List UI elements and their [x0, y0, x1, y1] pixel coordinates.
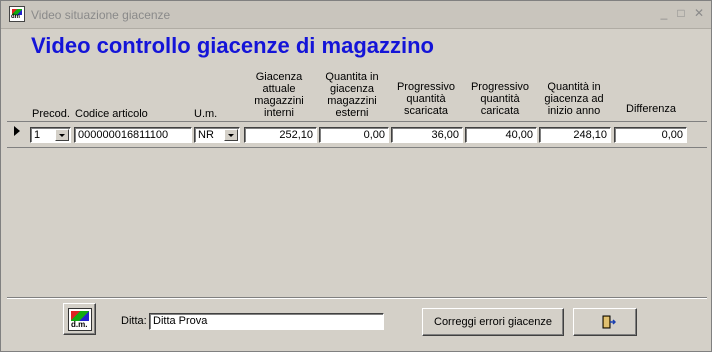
col-header-quantita-esterni: Quantita in giacenza magazzini esterni: [325, 71, 379, 119]
chevron-down-icon[interactable]: [224, 129, 238, 141]
ditta-label: Ditta:: [121, 315, 147, 327]
col-header-precod: Precod.: [32, 108, 70, 120]
codice-articolo-field[interactable]: 000000016811100: [74, 127, 192, 143]
col-header-quantita-inizio-anno: Quantità in giacenza ad inizio anno: [544, 81, 604, 117]
dm-button[interactable]: d.m.: [63, 303, 96, 335]
col-header-um: U.m.: [194, 108, 218, 120]
title-bar[interactable]: dm Video situazione giacenze _ □ ✕: [1, 1, 711, 29]
precod-combo[interactable]: 1: [30, 127, 71, 143]
col-header-progressivo-scaricata: Progressivo quantità scaricata: [396, 81, 456, 117]
app-icon[interactable]: dm: [9, 6, 25, 22]
dm-logo-icon: d.m.: [68, 308, 92, 331]
progressivo-scaricata-field[interactable]: 36,00: [391, 127, 463, 143]
col-header-giacenza-interni: Giacenza attuale magazzini interni: [254, 71, 304, 119]
chevron-down-icon[interactable]: [55, 129, 69, 141]
col-header-progressivo-caricata: Progressivo quantità caricata: [470, 81, 530, 117]
differenza-field[interactable]: 0,00: [614, 127, 687, 143]
quantita-esterni-field[interactable]: 0,00: [319, 127, 389, 143]
dm-logo-label: d.m.: [71, 320, 88, 329]
exit-door-icon: [602, 315, 616, 329]
correggi-errori-button[interactable]: Correggi errori giacenze: [422, 308, 564, 336]
um-value: NR: [198, 129, 214, 141]
grid-line-top: [7, 121, 707, 122]
window-title: Video situazione giacenze: [31, 8, 171, 22]
maximize-icon[interactable]: □: [674, 6, 688, 20]
row-selector-arrow-icon[interactable]: [14, 126, 20, 136]
main-window: dm Video situazione giacenze _ □ ✕ Video…: [0, 0, 712, 352]
precod-value: 1: [34, 129, 41, 141]
footer-divider-highlight: [7, 298, 707, 299]
close-icon[interactable]: ✕: [692, 6, 706, 20]
giacenza-interni-field[interactable]: 252,10: [244, 127, 317, 143]
col-header-codice: Codice articolo: [75, 108, 148, 120]
exit-button[interactable]: [573, 308, 637, 336]
um-combo[interactable]: NR: [194, 127, 240, 143]
ditta-field[interactable]: Ditta Prova: [149, 313, 384, 330]
progressivo-caricata-field[interactable]: 40,00: [465, 127, 537, 143]
quantita-inizio-anno-field[interactable]: 248,10: [539, 127, 611, 143]
col-header-differenza: Differenza: [626, 103, 676, 115]
minimize-icon[interactable]: _: [657, 6, 671, 20]
page-title: Video controllo giacenze di magazzino: [31, 33, 434, 58]
grid-line-bottom: [7, 147, 707, 148]
